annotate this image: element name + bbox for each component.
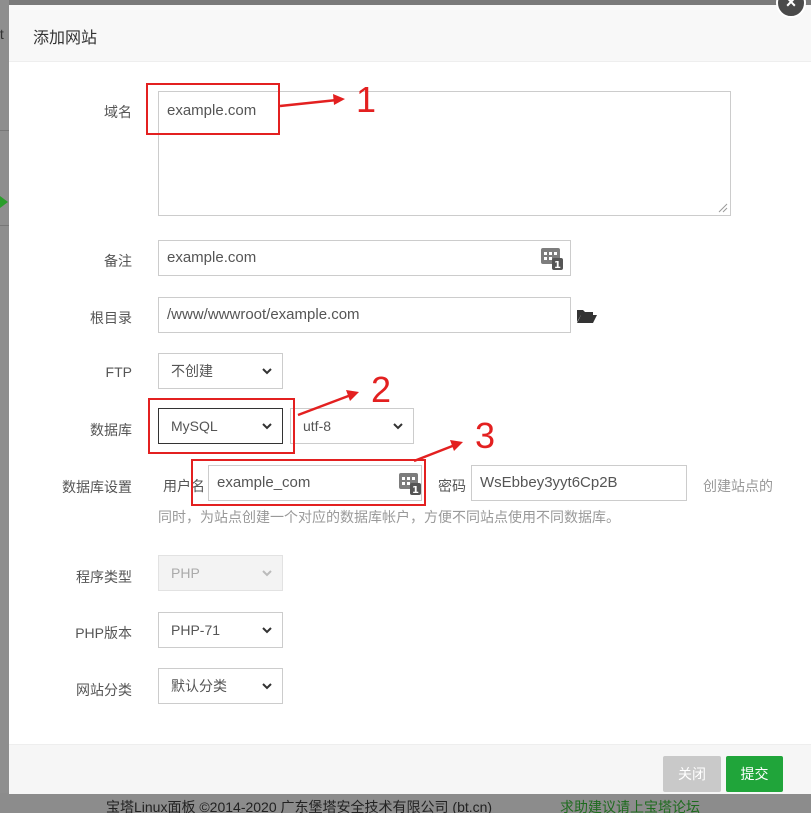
folder-open-icon[interactable]: [576, 307, 598, 325]
annotation-number-1: 1: [356, 79, 377, 120]
ftp-select[interactable]: 不创建: [158, 353, 283, 389]
dialog-header: 添加网站: [9, 5, 811, 62]
background-text: tt: [0, 26, 4, 42]
play-icon: [0, 196, 8, 208]
php-version-label: PHP版本: [75, 625, 132, 641]
annotation-box-2: [148, 398, 295, 454]
footer-forum-link[interactable]: 求助建议请上宝塔论坛: [560, 797, 700, 813]
divider: [0, 225, 9, 226]
program-type-select: PHP: [158, 555, 283, 591]
database-charset-selected: utf-8: [303, 418, 332, 434]
db-password-value: WsEbbey3yyt6Cp2B: [480, 474, 618, 491]
dialog-footer: 关闭 提交: [9, 744, 811, 794]
php-version-selected: PHP-71: [171, 622, 221, 638]
chevron-down-icon: [262, 683, 272, 690]
annotation-box-3: [191, 459, 426, 506]
db-settings-hint: 创建站点的: [703, 478, 773, 494]
keyboard-icon[interactable]: 1: [541, 246, 563, 270]
root-dir-value: /www/wwwroot/example.com: [167, 306, 360, 323]
site-category-selected: 默认分类: [171, 678, 227, 694]
program-type-label: 程序类型: [76, 569, 132, 585]
add-site-dialog: 添加网站 域名 example.com 备注 example.com 1 根目录…: [9, 5, 811, 794]
ftp-label: FTP: [105, 364, 132, 380]
annotation-number-3: 3: [475, 415, 496, 456]
remark-value: example.com: [167, 249, 257, 266]
root-dir-label: 根目录: [90, 310, 132, 326]
remark-input[interactable]: example.com: [158, 240, 571, 276]
chevron-down-icon: [262, 627, 272, 634]
dialog-title: 添加网站: [33, 30, 98, 47]
database-charset-select[interactable]: utf-8: [290, 408, 414, 444]
chevron-down-icon: [262, 570, 272, 577]
db-password-input[interactable]: WsEbbey3yyt6Cp2B: [471, 465, 687, 501]
chevron-down-icon: [393, 423, 403, 430]
domain-label: 域名: [104, 104, 132, 120]
remark-label: 备注: [104, 253, 132, 269]
close-button[interactable]: 关闭: [663, 756, 721, 792]
php-version-select[interactable]: PHP-71: [158, 612, 283, 648]
program-type-selected: PHP: [171, 565, 200, 581]
ftp-selected: 不创建: [171, 363, 213, 379]
site-category-label: 网站分类: [76, 682, 132, 698]
background-page-edge: tt: [0, 0, 9, 813]
divider: [0, 130, 9, 131]
chevron-down-icon: [262, 368, 272, 375]
resize-grip-icon[interactable]: [718, 203, 728, 213]
database-label: 数据库: [90, 422, 132, 438]
annotation-number-2: 2: [371, 369, 392, 410]
annotation-box-1: [146, 83, 280, 135]
submit-button[interactable]: 提交: [726, 756, 783, 792]
site-category-select[interactable]: 默认分类: [158, 668, 283, 704]
db-username-label: 用户名: [163, 478, 205, 494]
root-dir-input[interactable]: /www/wwwroot/example.com: [158, 297, 571, 333]
footer-copyright: 宝塔Linux面板 ©2014-2020 广东堡塔安全技术有限公司 (bt.cn…: [106, 799, 493, 813]
background-footer: 宝塔Linux面板 ©2014-2020 广东堡塔安全技术有限公司 (bt.cn…: [0, 793, 811, 813]
svg-text:1: 1: [554, 260, 561, 270]
db-settings-hint-continued: 同时，为站点创建一个对应的数据库帐户，方便不同站点使用不同数据库。: [158, 509, 620, 525]
